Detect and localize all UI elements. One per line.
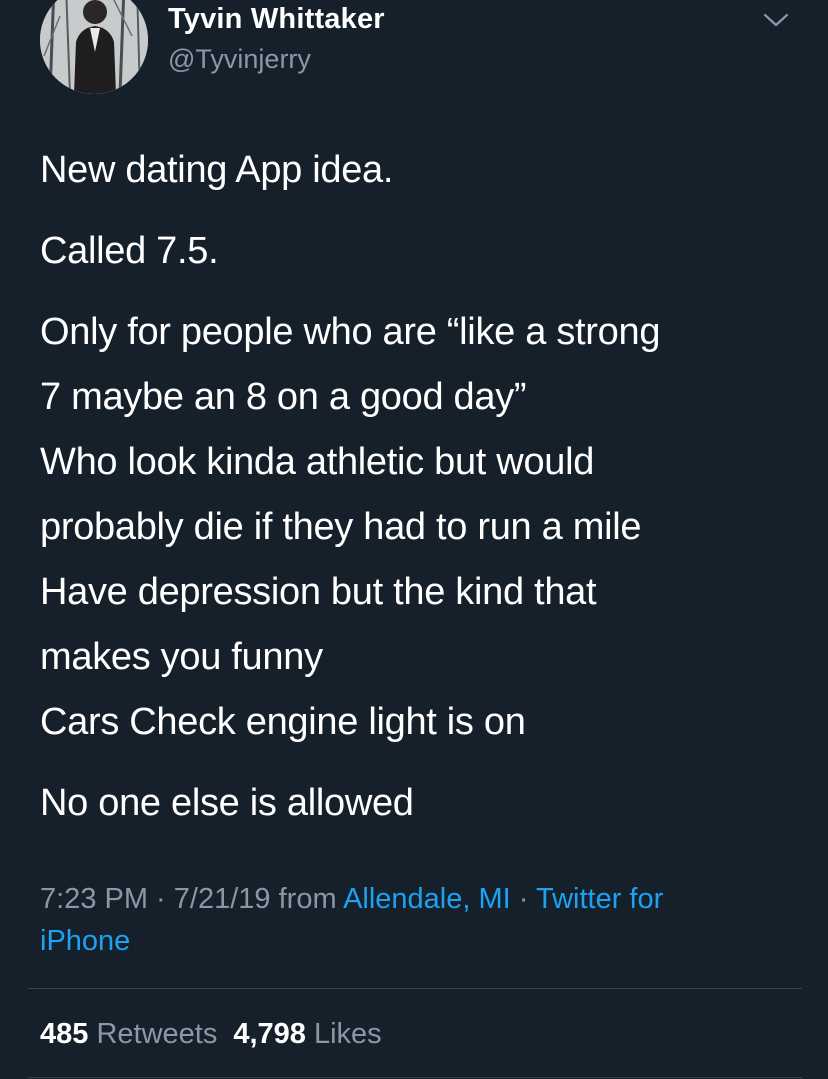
tweet-line: Have depression but the kind that — [40, 571, 597, 613]
metadata-line-1: 7:23 PM · 7/21/19 from Allendale, MI · T… — [40, 878, 780, 920]
engagement-stats: 485 Retweets 4,798 Likes — [40, 1014, 382, 1054]
tweet-line: Who look kinda athletic but would — [40, 441, 595, 483]
divider — [28, 1077, 802, 1078]
author-handle[interactable]: @Tyvinjerry — [168, 42, 385, 76]
from-label: from — [270, 883, 344, 915]
author-display-name[interactable]: Tyvin Whittaker — [168, 2, 385, 36]
source-link[interactable]: Twitter for — [536, 883, 663, 915]
tweet-metadata: 7:23 PM · 7/21/19 from Allendale, MI · T… — [40, 878, 780, 962]
tweet-time: 7:23 PM — [40, 883, 148, 915]
tweet-detail: Tyvin Whittaker @Tyvinjerry New dating A… — [0, 0, 828, 1079]
tweet-line: probably die if they had to run a mile — [40, 506, 642, 548]
likes-label: Likes — [313, 1018, 382, 1050]
chevron-down-icon[interactable] — [762, 10, 790, 30]
retweets-count: 485 — [40, 1018, 89, 1050]
tweet-date: 7/21/19 — [173, 883, 271, 915]
divider — [28, 988, 802, 989]
tweet-line: 7 maybe an 8 on a good day” — [40, 376, 527, 418]
source-link-continued[interactable]: iPhone — [40, 925, 130, 957]
metadata-line-2: iPhone — [40, 920, 780, 962]
tweet-header: Tyvin Whittaker @Tyvinjerry — [40, 0, 800, 100]
tweet-line: makes you funny — [40, 636, 323, 678]
tweet-line: Called 7.5. — [40, 230, 219, 272]
avatar-photo — [40, 0, 148, 94]
meta-separator: · — [510, 883, 536, 915]
tweet-line: No one else is allowed — [40, 782, 414, 824]
retweets-label: Retweets — [96, 1018, 218, 1050]
tweet-line: Only for people who are “like a strong — [40, 311, 661, 353]
meta-separator: · — [148, 883, 174, 915]
author-names: Tyvin Whittaker @Tyvinjerry — [168, 2, 385, 76]
tweet-line: Cars Check engine light is on — [40, 701, 526, 743]
likes-count: 4,798 — [233, 1018, 306, 1050]
likes-stat[interactable]: 4,798 Likes — [233, 1018, 381, 1050]
tweet-line: New dating App idea. — [40, 149, 394, 191]
avatar[interactable] — [40, 0, 148, 94]
location-link[interactable]: Allendale, MI — [343, 883, 511, 915]
tweet-text: New dating App idea. Called 7.5. Only fo… — [40, 138, 800, 836]
retweets-stat[interactable]: 485 Retweets — [40, 1018, 217, 1050]
